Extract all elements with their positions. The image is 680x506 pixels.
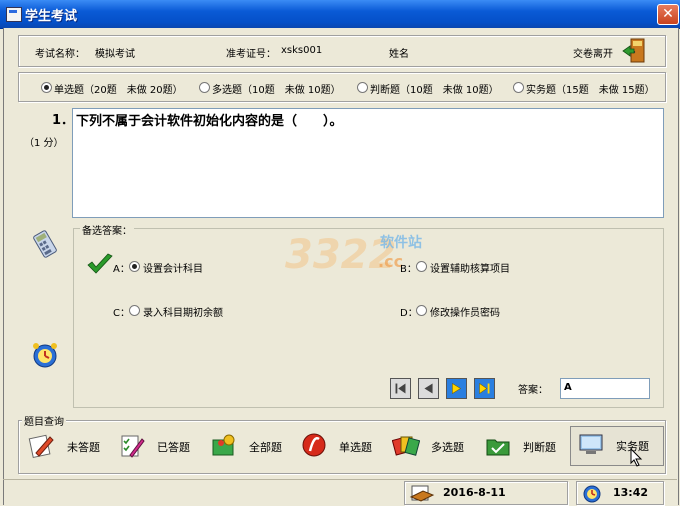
correct-check-icon (87, 253, 113, 274)
student-name-label: 姓名 (389, 49, 409, 60)
option-a-text[interactable]: 设置会计科目 (143, 260, 203, 275)
question-query-title: 题目查询 (22, 413, 66, 428)
status-time: 13:42 (613, 486, 649, 499)
green-folder-icon (486, 439, 510, 456)
answer-input[interactable]: A (560, 378, 650, 399)
date-panel: 2016-8-11 (404, 481, 568, 505)
answered-button[interactable]: 已答题 (112, 428, 202, 464)
multiple-choice-label: 多选题 (431, 441, 464, 454)
all-questions-button[interactable]: 全部题 (204, 428, 294, 464)
option-d-text[interactable]: 修改操作员密码 (430, 304, 500, 319)
type-label-practice[interactable]: 实务题（15题 未做 15题） (526, 81, 655, 96)
type-radio-multi[interactable] (199, 82, 210, 93)
window-title: 学生考试 (25, 9, 78, 24)
status-clock-icon (583, 485, 601, 503)
ticket-label: 准考证号： (226, 49, 276, 60)
time-panel: 13:42 (576, 481, 664, 505)
close-button[interactable]: ✕ (657, 4, 679, 25)
type-radio-practice[interactable] (513, 82, 524, 93)
pen-checklist-icon (121, 435, 145, 458)
type-label-multi[interactable]: 多选题（10题 未做 10题） (212, 81, 341, 96)
colorful-book-icon (212, 434, 235, 456)
previous-question-button[interactable] (418, 378, 439, 399)
option-a-key: A： (113, 264, 130, 275)
true-false-button[interactable]: 判断题 (478, 428, 568, 464)
unanswered-button[interactable]: 未答题 (22, 428, 112, 464)
status-date: 2016-8-11 (443, 486, 506, 499)
watermark-cn: 软件站 (380, 235, 422, 251)
app-icon (6, 7, 22, 22)
exam-info-bar: 考试名称： 模拟考试 准考证号： xsks001 姓名 交卷离开 (18, 35, 666, 67)
multiple-choice-button[interactable]: 多选题 (386, 428, 476, 464)
clock-icon[interactable] (30, 340, 60, 370)
cards-icon (392, 436, 420, 456)
mouse-cursor (630, 448, 643, 467)
type-radio-single[interactable] (41, 82, 52, 93)
monitor-icon (579, 434, 603, 454)
answer-label: 答案： (518, 385, 548, 396)
option-b-radio[interactable] (416, 261, 427, 272)
option-c-key: C： (113, 308, 130, 319)
option-c-radio[interactable] (129, 305, 140, 316)
calculator-icon[interactable] (30, 229, 60, 259)
exit-door-icon[interactable] (622, 38, 646, 64)
exam-name-value: 模拟考试 (95, 49, 135, 60)
option-b-text[interactable]: 设置辅助核算项目 (430, 260, 510, 275)
submit-label[interactable]: 交卷离开 (573, 45, 613, 60)
answer-value: A (564, 382, 572, 393)
option-d-radio[interactable] (416, 305, 427, 316)
true-false-label: 判断题 (523, 441, 556, 454)
ticket-value: xsks001 (281, 45, 323, 56)
red-disc-icon (302, 433, 326, 457)
unanswered-label: 未答题 (67, 441, 100, 454)
single-choice-label: 单选题 (339, 441, 372, 454)
question-text: 下列不属于会计软件初始化内容的是（ ）。 (76, 114, 343, 129)
type-radio-judge[interactable] (357, 82, 368, 93)
option-d-key: D： (400, 308, 418, 319)
first-question-button[interactable] (390, 378, 411, 399)
question-score: （1 分） (24, 138, 64, 149)
answered-label: 已答题 (157, 441, 190, 454)
question-number: 1． (52, 113, 75, 128)
pencil-paper-icon (28, 434, 54, 459)
practice-button[interactable]: 实务题 (570, 426, 664, 466)
single-choice-button[interactable]: 单选题 (294, 428, 384, 464)
type-label-judge[interactable]: 判断题（10题 未做 10题） (370, 81, 499, 96)
all-questions-label: 全部题 (249, 441, 282, 454)
next-question-button[interactable] (446, 378, 467, 399)
answer-options-title: 备选答案： (80, 222, 134, 237)
option-c-text[interactable]: 录入科目期初余额 (143, 304, 223, 319)
title-bar: 学生考试 ✕ (0, 0, 680, 29)
last-question-button[interactable] (474, 378, 495, 399)
question-type-bar: 单选题（20题 未做 20题） 多选题（10题 未做 10题） 判断题（10题 … (18, 72, 666, 102)
type-label-single[interactable]: 单选题（20题 未做 20题） (54, 81, 183, 96)
calendar-hand-icon (409, 485, 435, 502)
option-a-radio[interactable] (129, 261, 140, 272)
exam-name-label: 考试名称： (35, 49, 85, 60)
option-b-key: B： (400, 264, 417, 275)
